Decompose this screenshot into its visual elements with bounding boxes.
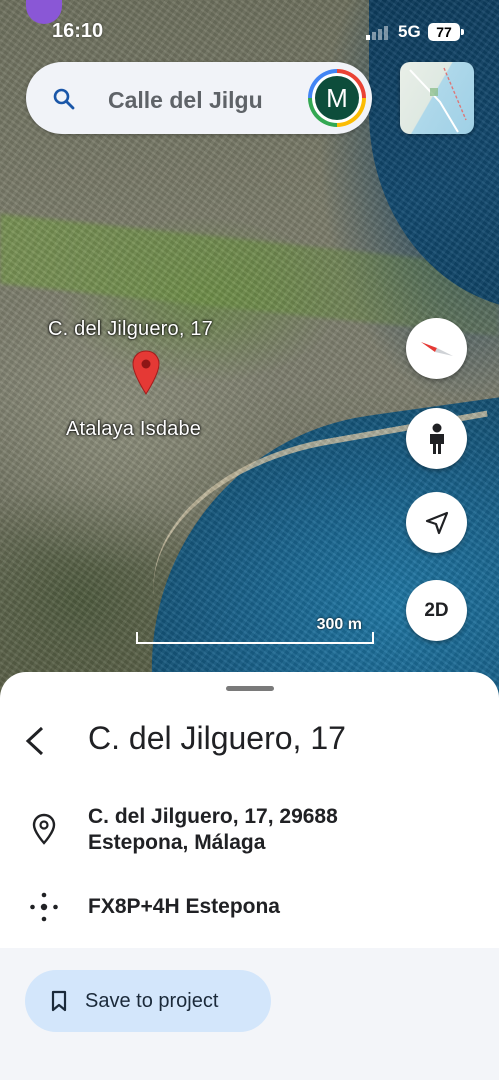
address-line-2: Estepona, Málaga — [88, 831, 266, 854]
status-bar: 16:10 5G 77 — [0, 20, 499, 46]
compass-icon — [420, 341, 453, 356]
map-pin[interactable] — [132, 350, 160, 396]
signal-icon — [366, 26, 388, 40]
map-label-place[interactable]: C. del Jilguero, 17 — [48, 318, 213, 341]
address-line-1: C. del Jilguero, 17, 29688 — [88, 805, 338, 828]
place-address[interactable]: C. del Jilguero, 17, 29688 Estepona, Mál… — [88, 804, 338, 856]
my-location-icon — [425, 511, 448, 534]
plus-code-icon — [30, 892, 58, 922]
minimap-roads — [409, 67, 467, 133]
bookmark-icon — [51, 990, 67, 1012]
avatar-ring: M — [312, 73, 362, 123]
save-to-project-label: Save to project — [85, 990, 219, 1012]
search-icon[interactable] — [52, 87, 76, 111]
save-to-project-button[interactable]: Save to project — [25, 970, 271, 1032]
account-avatar[interactable]: M — [308, 69, 366, 127]
minimap-thumbnail[interactable] — [400, 62, 474, 134]
place-details-sheet: C. del Jilguero, 17 C. del Jilguero, 17,… — [0, 672, 499, 1080]
battery-indicator: 77 — [428, 23, 464, 41]
street-view-button[interactable] — [406, 408, 467, 469]
place-title: C. del Jilguero, 17 — [88, 720, 346, 756]
my-location-button[interactable] — [406, 492, 467, 553]
view-toggle-2d-button[interactable]: 2D — [406, 580, 467, 641]
location-pin-icon — [32, 813, 56, 845]
search-input[interactable] — [106, 84, 324, 116]
map-scale: 300 m — [136, 616, 374, 644]
street-view-icon — [429, 423, 444, 454]
compass-button[interactable] — [406, 318, 467, 379]
map-label-area[interactable]: Atalaya Isdabe — [66, 418, 201, 441]
map-scale-bar — [136, 632, 374, 644]
sheet-footer: Save to project — [0, 948, 499, 1080]
search-bar[interactable]: M — [26, 62, 372, 134]
sheet-drag-handle[interactable] — [226, 686, 274, 691]
plus-code[interactable]: FX8P+4H Estepona — [88, 895, 280, 919]
back-arrow-icon[interactable] — [22, 724, 50, 758]
network-type: 5G — [398, 22, 421, 41]
avatar-letter: M — [315, 76, 359, 120]
status-time: 16:10 — [52, 20, 104, 42]
